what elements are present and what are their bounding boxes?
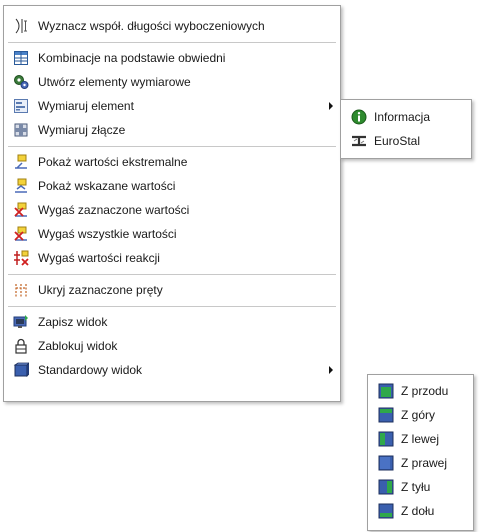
view-left-icon	[378, 431, 394, 447]
view-bottom-icon	[378, 503, 394, 519]
menu-separator	[8, 274, 336, 275]
menu-item-label: Pokaż wartości ekstremalne	[38, 155, 188, 169]
menu-item-label: Standardowy widok	[38, 363, 143, 377]
menu-item-show-selected-values[interactable]: Pokaż wskazane wartości	[4, 174, 340, 198]
menu-item-label: Wymiaruj złącze	[38, 123, 126, 137]
view-front-icon	[378, 383, 394, 399]
submenu-item-view-back[interactable]: Z tyłu	[368, 475, 473, 499]
submenu-item-view-bottom[interactable]: Z dołu	[368, 499, 473, 523]
standard-view-icon	[13, 362, 29, 378]
submenu-item-label: Z góry	[401, 408, 436, 422]
submenu-item-label: Z dołu	[401, 504, 435, 518]
submenu-item-label: Z prawej	[401, 456, 448, 470]
menu-item-standard-view[interactable]: Standardowy widok	[4, 358, 340, 382]
hide-selected-values-icon	[13, 202, 29, 218]
menu-separator	[8, 146, 336, 147]
submenu-item-view-front[interactable]: Z przodu	[368, 379, 473, 403]
eurostal-icon	[351, 133, 367, 149]
menu-item-show-extreme-values[interactable]: Pokaż wartości ekstremalne	[4, 150, 340, 174]
standard-view-submenu: Z przodu Z góry Z lewej Z prawej Z tyłu …	[367, 374, 474, 531]
design-element-icon	[13, 98, 29, 114]
menu-item-hide-reaction-values[interactable]: Wygaś wartości reakcji	[4, 246, 340, 270]
menu-separator	[8, 306, 336, 307]
menu-item-label: Wygaś wszystkie wartości	[38, 227, 177, 241]
submenu-item-eurostal[interactable]: EuroStal	[341, 129, 471, 153]
menu-item-hide-all-values[interactable]: Wygaś wszystkie wartości	[4, 222, 340, 246]
extreme-values-icon	[13, 154, 29, 170]
menu-item-save-view[interactable]: Zapisz widok	[4, 310, 340, 334]
menu-item-label: Kombinacje na podstawie obwiedni	[38, 51, 226, 65]
menu-item-design-joint[interactable]: Wymiaruj złącze	[4, 118, 340, 142]
menu-item-label: Zablokuj widok	[38, 339, 118, 353]
view-top-icon	[378, 407, 394, 423]
menu-item-label: Wygaś wartości reakcji	[38, 251, 160, 265]
submenu-item-label: Z przodu	[401, 384, 449, 398]
hide-bars-icon	[13, 282, 29, 298]
context-menu: Wyznacz współ. długości wyboczeniowych K…	[3, 5, 341, 402]
design-joint-icon	[13, 122, 29, 138]
menu-item-label: Utwórz elementy wymiarowe	[38, 75, 191, 89]
menu-item-buckling-coefficients[interactable]: Wyznacz współ. długości wyboczeniowych	[4, 14, 340, 38]
submenu-item-label: EuroStal	[374, 134, 421, 148]
design-element-submenu: Informacja EuroStal	[340, 99, 472, 159]
submenu-item-view-top[interactable]: Z góry	[368, 403, 473, 427]
submenu-item-label: Informacja	[374, 110, 431, 124]
menu-item-hide-selected-values[interactable]: Wygaś zaznaczone wartości	[4, 198, 340, 222]
menu-item-hide-selected-bars[interactable]: Ukryj zaznaczone pręty	[4, 278, 340, 302]
menu-item-label: Wymiaruj element	[38, 99, 134, 113]
menu-item-create-design-elements[interactable]: Utwórz elementy wymiarowe	[4, 70, 340, 94]
show-values-icon	[13, 178, 29, 194]
submenu-item-view-right[interactable]: Z prawej	[368, 451, 473, 475]
gears-icon	[13, 74, 29, 90]
hide-reactions-icon	[13, 250, 29, 266]
menu-item-envelope-combinations[interactable]: Kombinacje na podstawie obwiedni	[4, 46, 340, 70]
info-icon	[351, 109, 367, 125]
menu-item-label: Zapisz widok	[38, 315, 108, 329]
menu-item-label: Pokaż wskazane wartości	[38, 179, 176, 193]
submenu-item-view-left[interactable]: Z lewej	[368, 427, 473, 451]
lock-view-icon	[13, 338, 29, 354]
menu-item-label: Wygaś zaznaczone wartości	[38, 203, 190, 217]
table-icon	[13, 50, 29, 66]
menu-item-label: Ukryj zaznaczone pręty	[38, 283, 163, 297]
hide-all-values-icon	[13, 226, 29, 242]
submenu-arrow-icon	[329, 102, 333, 110]
submenu-item-label: Z lewej	[401, 432, 440, 446]
menu-separator	[8, 42, 336, 43]
view-back-icon	[378, 479, 394, 495]
submenu-arrow-icon	[329, 366, 333, 374]
view-right-icon	[378, 455, 394, 471]
save-view-icon	[13, 314, 29, 330]
menu-item-label: Wyznacz współ. długości wyboczeniowych	[38, 19, 265, 33]
menu-item-design-element[interactable]: Wymiaruj element	[4, 94, 340, 118]
submenu-item-label: Z tyłu	[401, 480, 431, 494]
submenu-item-information[interactable]: Informacja	[341, 105, 471, 129]
buckling-icon	[13, 18, 29, 34]
menu-item-lock-view[interactable]: Zablokuj widok	[4, 334, 340, 358]
